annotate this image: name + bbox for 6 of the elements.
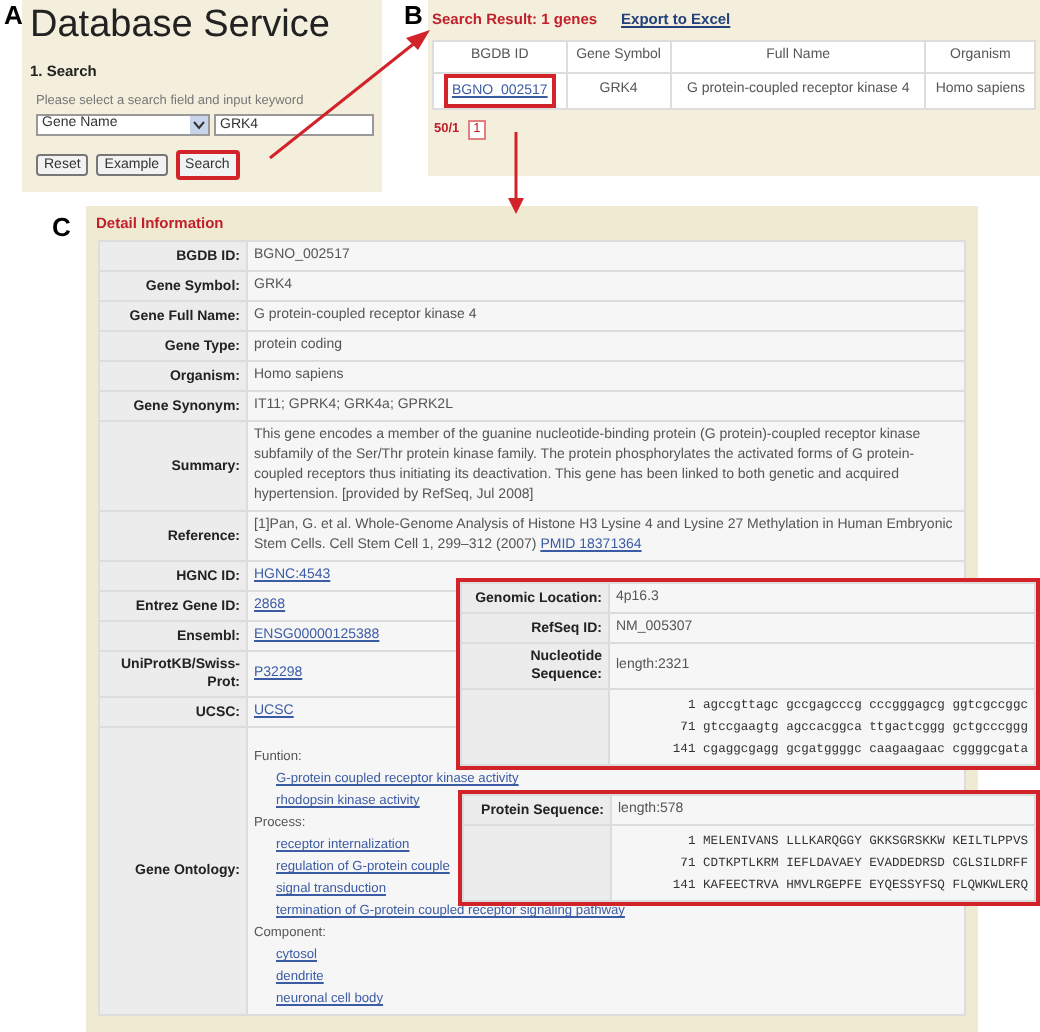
- dropdown-icon: [190, 116, 208, 134]
- page-title: Database Service: [30, 2, 332, 50]
- arrow: [508, 132, 524, 214]
- panel-letter: A: [4, 2, 23, 30]
- panel-letter: B: [404, 2, 423, 30]
- panel-letter: C: [52, 214, 71, 242]
